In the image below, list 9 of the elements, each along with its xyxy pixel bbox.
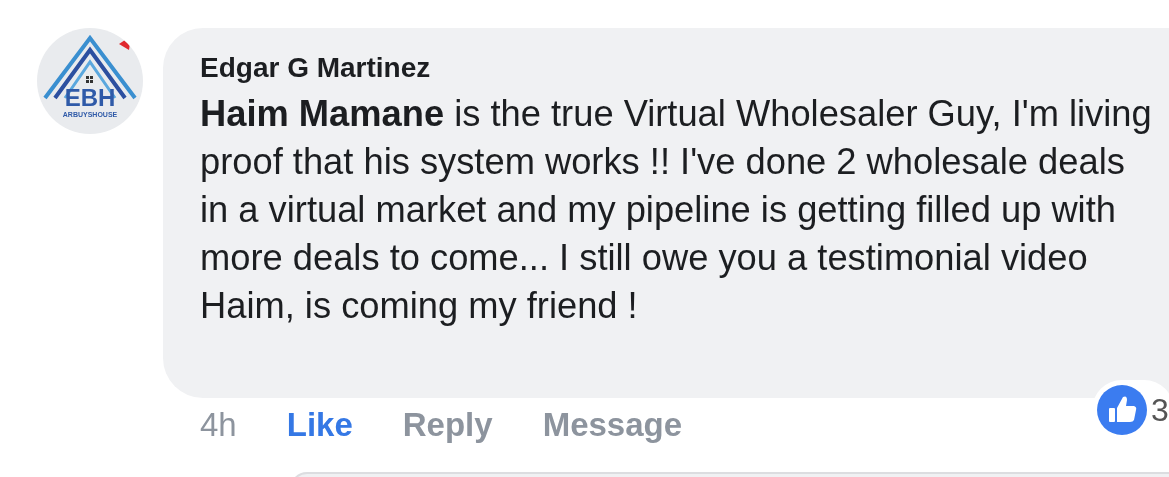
reply-link[interactable]: Reply (402, 406, 493, 444)
comment-text: Haim Mamane is the true Virtual Wholesaler Guy, I'm living proof that his system works !! I've done 2 wholesale deals in a virtual market and my pipeline is getting filled up with more deals to come... I still owe you a testimonial video Haim, is coming my friend ! (200, 92, 1153, 328)
thumbs-up-icon[interactable] (1097, 385, 1147, 435)
reaction-count: 3 (1151, 391, 1169, 429)
timestamp: 4h (200, 406, 237, 444)
like-link[interactable]: Like (286, 406, 353, 444)
logo-text: EBH (64, 86, 116, 110)
author-name[interactable]: Edgar G Martinez (200, 50, 1169, 86)
message-link[interactable]: Message (542, 406, 683, 444)
